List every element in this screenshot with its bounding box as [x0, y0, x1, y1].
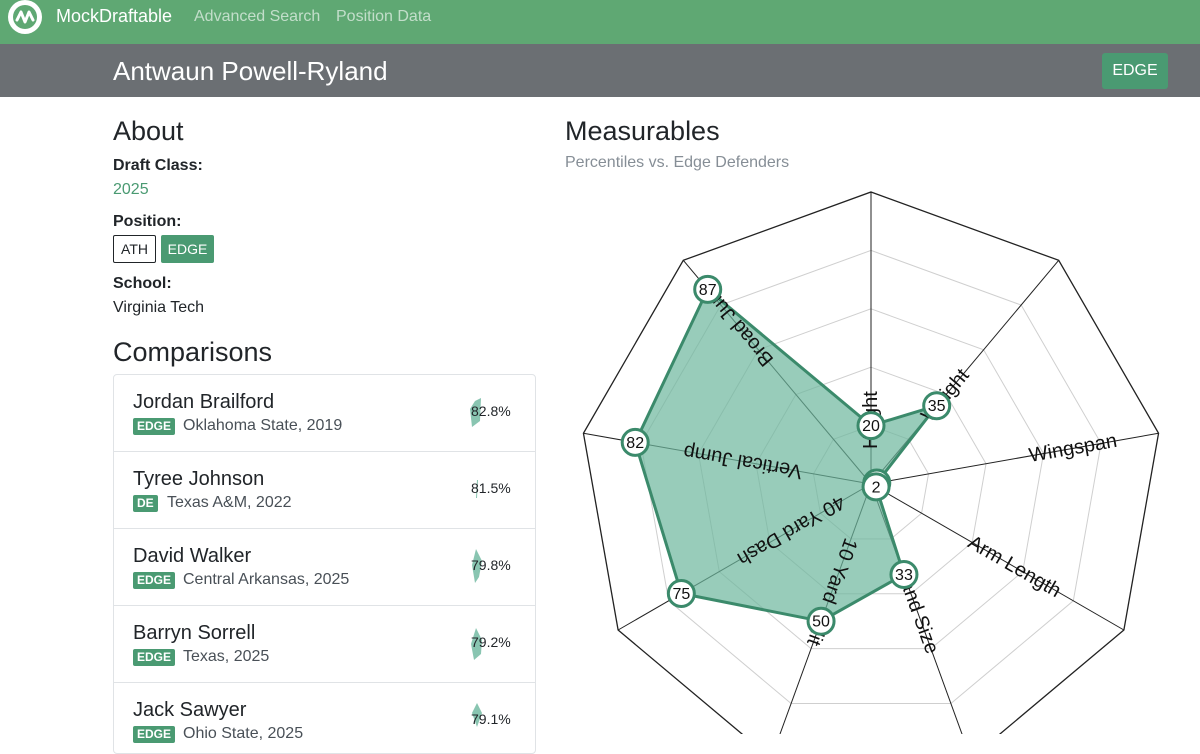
school-value: Virginia Tech — [113, 299, 205, 316]
comparison-name: Jack Sawyer — [133, 699, 247, 721]
mockdraftable-logo-icon[interactable] — [8, 0, 42, 34]
radar-point-label: 87 — [699, 282, 717, 299]
measurables-subtitle: Percentiles vs. Edge Defenders — [565, 154, 790, 171]
school-label: School: — [113, 275, 172, 292]
top-navbar: MockDraftable Advanced Search Position D… — [0, 0, 1200, 44]
radar-point-label: 82 — [626, 435, 644, 452]
nav-position-data[interactable]: Position Data — [336, 8, 431, 26]
radar-axis-label: Arm Length — [964, 531, 1065, 602]
radar-point-label: 33 — [895, 567, 913, 584]
position-tag-ath[interactable]: ATH — [113, 235, 156, 263]
comparison-position-badge: EDGE — [133, 572, 176, 589]
comparison-position-badge: EDGE — [133, 418, 176, 435]
measurables-radar-chart: HeightWeightWingspanArm LengthHand Size1… — [582, 191, 1160, 734]
comparison-name: Tyree Johnson — [133, 468, 265, 490]
radar-point-label: 2 — [872, 479, 881, 496]
comparison-item[interactable]: Barryn Sorrell EDGE Texas, 2025 79.2% — [114, 606, 535, 683]
radar-axis-label: Wingspan — [1027, 430, 1118, 467]
position-button[interactable]: EDGE — [1102, 53, 1168, 89]
position-tag-edge[interactable]: EDGE — [161, 235, 214, 263]
comparisons-heading: Comparisons — [113, 337, 273, 367]
comparison-item[interactable]: Tyree Johnson DE Texas A&M, 2022 81.5% — [114, 452, 535, 529]
comparison-school: Oklahoma State, 2019 — [183, 417, 343, 434]
draft-class-link[interactable]: 2025 — [113, 181, 149, 199]
about-heading: About — [113, 116, 184, 146]
position-label: Position: — [113, 213, 182, 230]
comparison-position-badge: EDGE — [133, 726, 176, 743]
comparison-similarity: 81.5% — [471, 480, 511, 496]
comparison-school: Central Arkansas, 2025 — [183, 571, 350, 588]
comparison-similarity: 79.2% — [471, 634, 511, 650]
radar-point-label: 20 — [862, 418, 880, 435]
radar-point-label: 35 — [928, 398, 946, 415]
comparison-similarity: 79.1% — [471, 711, 511, 727]
comparison-school: Texas A&M, 2022 — [167, 494, 292, 511]
comparison-name: Barryn Sorrell — [133, 622, 256, 644]
page-title: Antwaun Powell-Ryland — [113, 56, 388, 86]
draft-class-label: Draft Class: — [113, 157, 203, 174]
comparison-item[interactable]: David Walker EDGE Central Arkansas, 2025… — [114, 529, 535, 606]
comparison-school: Ohio State, 2025 — [183, 725, 304, 742]
brand-link[interactable]: MockDraftable — [56, 6, 172, 27]
comparison-item[interactable]: Jordan Brailford EDGE Oklahoma State, 20… — [114, 375, 535, 452]
comparison-similarity: 82.8% — [471, 403, 511, 419]
nav-advanced-search[interactable]: Advanced Search — [194, 8, 320, 26]
comparison-item[interactable]: Jack Sawyer EDGE Ohio State, 2025 79.1% — [114, 683, 535, 753]
comparison-school: Texas, 2025 — [183, 648, 270, 665]
comparisons-list: Jordan Brailford EDGE Oklahoma State, 20… — [113, 374, 536, 754]
comparison-position-badge: EDGE — [133, 649, 176, 666]
comparison-position-badge: DE — [133, 495, 158, 512]
measurables-heading: Measurables — [565, 116, 720, 146]
radar-point-label: 75 — [672, 586, 690, 603]
comparison-similarity: 79.8% — [471, 557, 511, 573]
comparison-name: David Walker — [133, 545, 252, 567]
comparison-name: Jordan Brailford — [133, 391, 275, 413]
radar-point-label: 50 — [812, 614, 830, 631]
